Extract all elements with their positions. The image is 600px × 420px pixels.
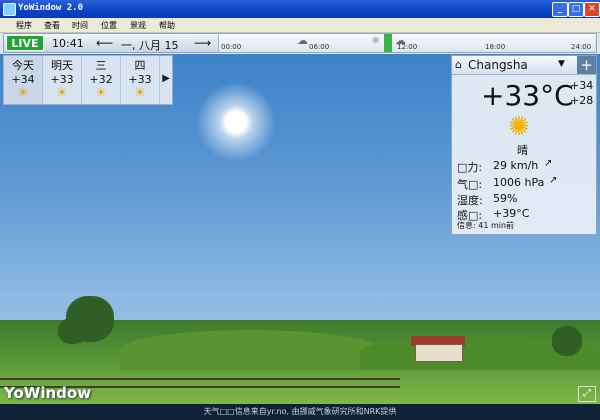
- sun-icon: ✺: [508, 112, 530, 142]
- day-name: 今天: [12, 59, 34, 72]
- low-temp: +28: [570, 94, 594, 107]
- timeline-tick: 06:00: [309, 43, 330, 51]
- window-title: YoWindow 2.0: [18, 3, 84, 13]
- day-name: 明天: [51, 59, 73, 72]
- menu-item-view[interactable]: 查看: [44, 20, 60, 31]
- humidity-label: 湿度:: [457, 194, 483, 207]
- sun-icon: ☀: [134, 86, 146, 101]
- close-button[interactable]: ✕: [584, 2, 600, 17]
- timeline-tick: 00:00: [221, 43, 242, 51]
- day-temp: +32: [89, 73, 113, 86]
- arrow-left-icon[interactable]: ⟵: [96, 36, 113, 50]
- wind-value: 29 km/h: [493, 159, 539, 172]
- yowindow-logo[interactable]: YoWindow: [4, 384, 91, 402]
- day-temp: +34: [11, 73, 35, 86]
- menu-bar: 程序 查看 时间 位置 景观 帮助: [0, 18, 600, 33]
- timeline-marker[interactable]: [384, 34, 392, 52]
- chevron-down-icon[interactable]: ▼: [558, 59, 565, 69]
- day-name: 三: [95, 59, 107, 72]
- app-icon: [3, 3, 16, 16]
- pressure-value: 1006 hPa: [493, 176, 545, 189]
- forecast-more-button[interactable]: ▶: [162, 73, 170, 84]
- fullscreen-icon[interactable]: ⤢: [578, 386, 596, 402]
- current-temperature: +33°C: [481, 79, 574, 112]
- partly-cloudy-icon: ☀: [17, 86, 29, 101]
- menu-item-landscape[interactable]: 景观: [130, 20, 146, 31]
- home-icon[interactable]: ⌂: [455, 58, 462, 71]
- timeline-slider[interactable]: ☁ ✹ ☁ 00:00 06:00 12:00 18:00 24:00: [218, 34, 595, 52]
- tree: [58, 318, 88, 344]
- add-location-button[interactable]: +: [577, 56, 596, 74]
- current-date: 一, 八月 15: [121, 39, 179, 52]
- sun-icon: ✹: [371, 34, 381, 47]
- menu-item-location[interactable]: 位置: [101, 20, 117, 31]
- humidity-value: 59%: [493, 192, 518, 205]
- menu-item-time[interactable]: 时间: [72, 20, 88, 31]
- condition-text: 晴: [517, 144, 528, 157]
- menu-item-program[interactable]: 程序: [16, 20, 32, 31]
- tree: [552, 326, 582, 356]
- pressure-label: 气□:: [457, 178, 483, 191]
- cloud-icon: ☁: [297, 34, 308, 47]
- feels-like-value: +39°C: [493, 207, 530, 220]
- timeline-tick: 24:00: [571, 43, 592, 51]
- update-info: 信息: 41 min前: [457, 221, 515, 230]
- forecast-day-thu[interactable]: 四 +33 ☀: [121, 56, 160, 104]
- fence: [0, 378, 400, 380]
- day-name: 四: [134, 59, 146, 72]
- minimize-button[interactable]: _: [552, 2, 568, 17]
- timeline-tick: 12:00: [397, 43, 418, 51]
- location-select[interactable]: Changsha: [468, 58, 528, 72]
- wind-label: □力:: [457, 161, 483, 174]
- forecast-day-wed[interactable]: 三 +32 ☀: [82, 56, 121, 104]
- arrow-right-icon[interactable]: ⟶: [194, 36, 211, 50]
- pressure-trend-icon: ↗: [549, 175, 558, 186]
- sun-icon: ☀: [95, 86, 107, 101]
- hill: [120, 330, 380, 370]
- current-time: 10:41: [52, 37, 84, 50]
- day-temp: +33: [128, 73, 152, 86]
- location-header: ⌂ Changsha ▼ +: [452, 56, 596, 75]
- time-toolbar: LIVE 10:41 ⟵ 一, 八月 15 ⟶ ☁ ✹ ☁ 00:00 06:0…: [3, 33, 597, 53]
- forecast-day-today[interactable]: 今天 +34 ☀: [4, 56, 43, 104]
- live-button[interactable]: LIVE: [6, 35, 44, 51]
- sun-icon: ☀: [56, 86, 68, 101]
- forecast-strip: 今天 +34 ☀ 明天 +33 ☀ 三 +32 ☀ 四 +33 ☀ ▶: [3, 55, 173, 105]
- menu-item-help[interactable]: 帮助: [159, 20, 175, 31]
- farmhouse: [415, 344, 463, 362]
- title-bar: YoWindow 2.0 _ □ ✕: [0, 0, 600, 18]
- wind-direction-icon: ↗: [544, 158, 553, 169]
- sun-glow: [196, 82, 276, 162]
- maximize-button[interactable]: □: [568, 2, 584, 17]
- timeline-tick: 18:00: [485, 43, 506, 51]
- current-weather-panel: ⌂ Changsha ▼ + +33°C +34 +28 ✺ 晴 □力: 29 …: [451, 55, 597, 235]
- high-temp: +34: [570, 79, 594, 92]
- forecast-day-tomorrow[interactable]: 明天 +33 ☀: [43, 56, 82, 104]
- day-temp: +33: [50, 73, 74, 86]
- data-credit[interactable]: 天气□□信息来自yr.no, 由挪威气象研究所和NRK提供: [0, 404, 600, 420]
